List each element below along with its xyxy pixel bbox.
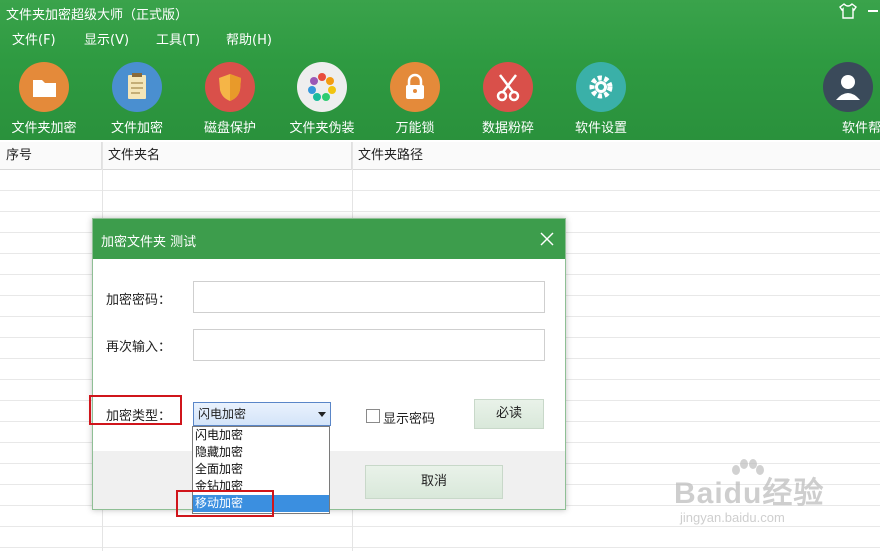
watermark-brand: Baidu经验 <box>674 477 825 510</box>
shield-icon <box>205 62 255 112</box>
toolbar-label: 万能锁 <box>395 121 435 136</box>
toolbar-label: 磁盘保护 <box>203 121 256 136</box>
menu-view[interactable]: 显示(V) <box>84 30 129 52</box>
must-read-button[interactable]: 必读 <box>474 399 544 429</box>
toolbar-software-help[interactable]: 软件帮 <box>820 60 880 138</box>
toolbar-label: 文件夹加密 <box>11 121 77 136</box>
toolbar-label: 软件帮 <box>842 121 880 136</box>
document-icon <box>112 62 162 112</box>
option-hidden-encrypt[interactable]: 隐藏加密 <box>193 444 329 461</box>
encryption-type-value: 闪电加密 <box>198 407 247 421</box>
toolbar-universal-lock[interactable]: 万能锁 <box>367 60 463 138</box>
menu-file[interactable]: 文件(F) <box>12 30 56 52</box>
option-full-encrypt[interactable]: 全面加密 <box>193 461 329 478</box>
user-icon <box>823 62 873 112</box>
dialog-title-bar: 加密文件夹 测试 <box>93 219 565 259</box>
toolbar-data-shred[interactable]: 数据粉碎 <box>460 60 556 138</box>
toolbar-folder-disguise[interactable]: 文件夹伪装 <box>274 60 370 138</box>
toolbar-label: 文件加密 <box>110 121 163 136</box>
cancel-button[interactable]: 取消 <box>365 465 503 499</box>
column-header-folder-name[interactable]: 文件夹名 <box>102 142 352 170</box>
menu-tools[interactable]: 工具(T) <box>156 30 200 52</box>
folder-icon <box>19 62 69 112</box>
password-label: 加密密码： <box>106 293 172 308</box>
encryption-type-select[interactable]: 闪电加密 <box>193 402 331 426</box>
baidu-watermark: Baidu经验 jingyan.baidu.com <box>670 456 850 536</box>
color-wheel-icon <box>297 62 347 112</box>
password-field[interactable] <box>193 281 545 313</box>
toolbar-folder-encrypt[interactable]: 文件夹加密 <box>0 60 92 138</box>
toolbar-label: 数据粉碎 <box>481 121 534 136</box>
show-password-label: 显示密码 <box>383 412 436 427</box>
toolbar-label: 软件设置 <box>574 121 627 136</box>
lock-icon <box>390 62 440 112</box>
toolbar-file-encrypt[interactable]: 文件加密 <box>89 60 185 138</box>
annotation-highlight-type-label <box>89 395 182 425</box>
chevron-down-icon <box>318 412 326 417</box>
watermark-url: jingyan.baidu.com <box>680 510 785 525</box>
toolbar-disk-protect[interactable]: 磁盘保护 <box>182 60 278 138</box>
column-header-index[interactable]: 序号 <box>0 142 102 170</box>
app-header: 文件夹加密超级大师（正式版） 文件(F) 显示(V) 工具(T) 帮助(H) 文… <box>0 0 880 140</box>
menu-help[interactable]: 帮助(H) <box>226 30 272 52</box>
window-title: 文件夹加密超级大师（正式版） <box>6 8 189 23</box>
toolbar-label: 文件夹伪装 <box>289 121 355 136</box>
minimize-button[interactable] <box>864 0 880 20</box>
dialog-title: 加密文件夹 测试 <box>101 235 197 250</box>
annotation-highlight-mobile-option <box>176 490 274 517</box>
column-header-folder-path[interactable]: 文件夹路径 <box>352 142 880 170</box>
toolbar-settings[interactable]: 软件设置 <box>553 60 649 138</box>
scissors-icon <box>483 62 533 112</box>
close-icon[interactable] <box>539 231 555 247</box>
gear-icon <box>576 62 626 112</box>
confirm-password-label: 再次输入： <box>106 340 172 355</box>
confirm-password-field[interactable] <box>193 329 545 361</box>
skin-icon[interactable] <box>838 2 858 20</box>
show-password-checkbox[interactable] <box>366 409 380 423</box>
table-header: 序号 文件夹名 文件夹路径 <box>0 142 880 170</box>
option-lightning-encrypt[interactable]: 闪电加密 <box>193 427 329 444</box>
